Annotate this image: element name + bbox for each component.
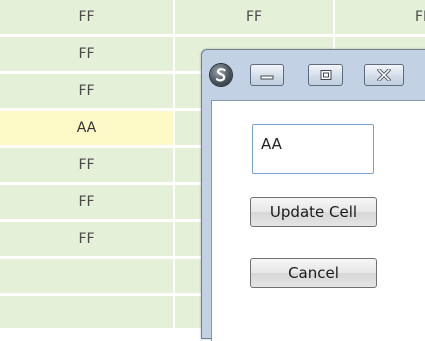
maximize-button[interactable] [308, 64, 343, 86]
grid-cell[interactable]: FF [0, 148, 175, 184]
grid-cell[interactable]: FF [0, 74, 175, 110]
cell-value-input[interactable]: AA [252, 124, 374, 174]
dialog-content: AA Update Cell Cancel [211, 100, 425, 341]
minimize-button[interactable] [250, 64, 284, 86]
grid-cell[interactable]: FF [0, 185, 175, 221]
cell-value-text: AA [261, 135, 282, 153]
grid-cell[interactable]: FF [175, 0, 335, 36]
maximize-icon [320, 70, 331, 80]
close-icon [377, 69, 391, 81]
dialog-titlebar[interactable] [202, 50, 425, 100]
grid-cell[interactable]: FF [335, 0, 425, 36]
cancel-button[interactable]: Cancel [250, 258, 377, 288]
app-logo-icon[interactable] [210, 64, 232, 86]
minimize-icon [260, 75, 274, 80]
grid-row: FF FF FF [0, 0, 425, 36]
grid-cell[interactable]: FF [0, 0, 175, 36]
grid-cell[interactable] [0, 259, 175, 295]
grid-cell[interactable] [0, 296, 175, 328]
update-cell-dialog: AA Update Cell Cancel [201, 49, 425, 341]
grid-cell-selected[interactable]: AA [0, 111, 175, 147]
grid-cell[interactable]: FF [0, 222, 175, 258]
grid-cell[interactable]: FF [0, 37, 175, 73]
close-button[interactable] [364, 64, 404, 86]
update-cell-button[interactable]: Update Cell [250, 197, 377, 227]
